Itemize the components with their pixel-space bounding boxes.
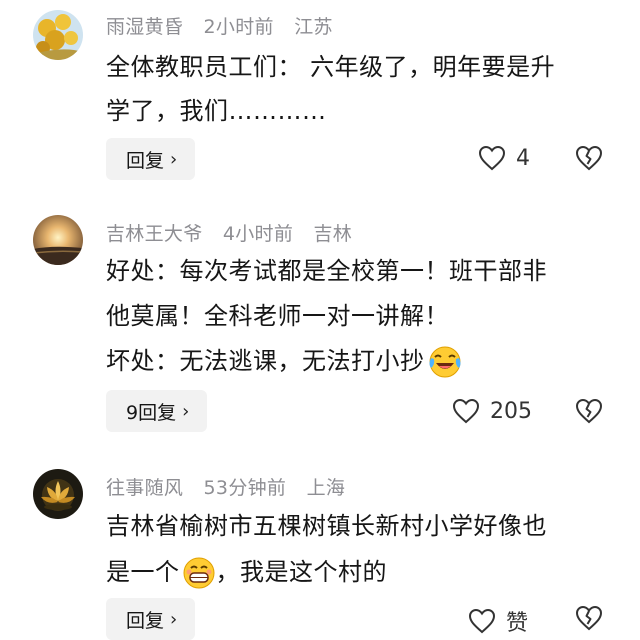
comment-meta: 吉林王大爷 4小时前 吉林 xyxy=(106,219,366,246)
comment-text-segment: ，我是这个村的 xyxy=(215,558,387,586)
heart-icon xyxy=(452,398,480,424)
sunset-avatar-icon xyxy=(33,215,83,265)
broken-heart-icon xyxy=(575,605,603,631)
lotus-avatar-icon xyxy=(33,469,83,519)
comment-location: 上海 xyxy=(306,477,346,499)
broken-heart-icon xyxy=(575,145,603,171)
like-button[interactable]: 205 xyxy=(452,398,532,424)
comment-text-line: 学了，我们………… xyxy=(106,97,327,125)
avatar[interactable] xyxy=(33,469,83,519)
comment-location: 吉林 xyxy=(313,223,353,245)
yellow-flowers-avatar-icon xyxy=(33,10,83,60)
comment-text-line: 好处：每次考试都是全校第一！班干部非 xyxy=(106,257,547,285)
like-count: 4 xyxy=(516,145,530,171)
reply-label: 回复 xyxy=(126,149,165,172)
comment-text-line: 吉林省榆树市五棵树镇长新村小学好像也 xyxy=(106,512,547,540)
chevron-right-icon: › xyxy=(182,400,190,422)
comment-location: 江苏 xyxy=(294,16,333,38)
comment-text-line: 全体教职员工们： 六年级了，明年要是升 xyxy=(106,53,556,81)
reply-label: 9回复 xyxy=(126,401,177,424)
avatar[interactable] xyxy=(33,215,83,265)
username[interactable]: 雨湿黄昏 xyxy=(106,16,183,38)
comment-text-segment: 坏处：无法逃课，无法打小抄 xyxy=(106,347,425,375)
chevron-right-icon: › xyxy=(170,608,178,630)
avatar[interactable] xyxy=(33,10,83,60)
comment-text: 全体教职员工们： 六年级了，明年要是升 学了，我们………… xyxy=(106,45,611,133)
comment-time: 53分钟前 xyxy=(203,477,287,499)
dislike-button[interactable] xyxy=(575,605,603,631)
comment-text: 吉林省榆树市五棵树镇长新村小学好像也 是一个 ，我是这个村的 xyxy=(106,503,611,595)
comment-meta: 雨湿黄昏 2小时前 江苏 xyxy=(106,12,347,39)
reply-button[interactable]: 回复 › xyxy=(106,598,196,640)
chevron-right-icon: › xyxy=(170,148,178,170)
reply-label: 回复 xyxy=(126,609,165,632)
broken-heart-icon xyxy=(575,398,603,424)
heart-icon xyxy=(468,608,496,634)
dislike-button[interactable] xyxy=(575,145,603,171)
comment-meta: 往事随风 53分钟前 上海 xyxy=(106,473,359,500)
comment-time: 4小时前 xyxy=(222,223,294,245)
username[interactable]: 往事随风 xyxy=(106,477,183,499)
like-button[interactable]: 赞 xyxy=(468,605,528,637)
comment-text-line: 是一个 ，我是这个村的 xyxy=(106,549,611,595)
comment-text-segment: 是一个 xyxy=(106,558,180,586)
dislike-button[interactable] xyxy=(575,398,603,424)
comment-text-line: 坏处：无法逃课，无法打小抄 xyxy=(106,339,611,384)
grin-emoji-icon xyxy=(182,556,216,590)
reply-button[interactable]: 9回复 › xyxy=(106,390,208,432)
username[interactable]: 吉林王大爷 xyxy=(106,223,203,245)
comment-text-line: 他莫属！全科老师一对一讲解！ xyxy=(106,302,449,330)
heart-icon xyxy=(478,145,506,171)
laugh-cry-emoji-icon xyxy=(427,344,463,380)
like-count: 赞 xyxy=(506,611,529,636)
like-button[interactable]: 4 xyxy=(478,145,530,171)
like-count: 205 xyxy=(490,398,532,424)
reply-button[interactable]: 回复 › xyxy=(106,138,196,180)
comment-time: 2小时前 xyxy=(203,16,274,38)
comment-text: 好处：每次考试都是全校第一！班干部非 他莫属！全科老师一对一讲解！ 坏处：无法逃… xyxy=(106,249,611,384)
